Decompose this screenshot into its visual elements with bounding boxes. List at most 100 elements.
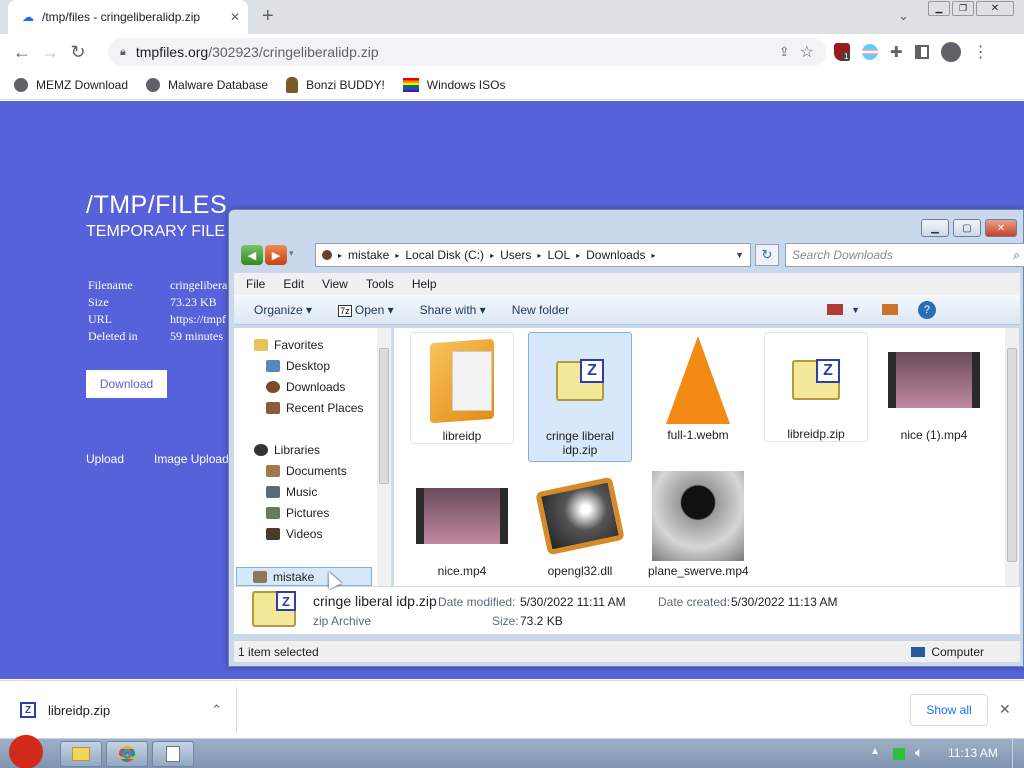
restore-window-button[interactable]: ❐	[952, 1, 974, 16]
explorer-close-button[interactable]: ✕	[985, 219, 1017, 237]
side-panel-icon[interactable]	[914, 45, 929, 59]
explorer-maximize-button[interactable]: ▢	[953, 219, 981, 237]
change-view-icon[interactable]	[827, 304, 844, 315]
download-button[interactable]: Download	[86, 370, 167, 398]
tab-search-icon[interactable]: ⌄	[898, 8, 909, 24]
file-item-video[interactable]: nice (1).mp4	[882, 332, 986, 442]
url-text: tmpfiles.org/302923/cringeliberalidp.zip	[136, 44, 769, 60]
image-upload-link[interactable]: Image Upload	[154, 452, 229, 466]
path-segment[interactable]: LOL	[547, 248, 570, 262]
clock[interactable]: 11:13 AM	[948, 746, 998, 760]
nav-videos[interactable]: Videos	[266, 527, 322, 541]
bookmark-memz[interactable]: MEMZ Download	[14, 77, 128, 92]
file-item-zip-selected[interactable]: Z cringe liberal idp.zip	[528, 332, 632, 462]
organize-button[interactable]: Organize ▾	[254, 303, 312, 317]
file-item-dll[interactable]: opengl32.dll	[528, 468, 632, 578]
explorer-command-bar: Organize ▾ 7z Open ▾ Share with ▾ New fo…	[234, 295, 1020, 325]
angry-bird-start-icon[interactable]	[4, 731, 48, 768]
path-segment[interactable]: Downloads	[586, 248, 645, 262]
explorer-search-input[interactable]: Search Downloads ⌕	[785, 243, 1024, 267]
show-hidden-icons-icon[interactable]: ▲	[870, 746, 880, 757]
file-item-folder[interactable]: libreidp	[410, 332, 514, 444]
folder-icon	[72, 747, 90, 761]
scrollbar-thumb[interactable]	[1007, 348, 1017, 562]
nav-documents[interactable]: Documents	[266, 464, 347, 478]
address-dropdown-icon[interactable]: ▼	[735, 250, 744, 260]
nav-computer[interactable]: mistake	[236, 567, 372, 586]
share-icon[interactable]: ⇪	[779, 44, 790, 60]
content-scrollbar[interactable]	[1005, 328, 1019, 586]
nav-downloads[interactable]: Downloads	[266, 380, 345, 394]
path-segment[interactable]: Users	[500, 248, 531, 262]
reload-button[interactable]: ↻	[64, 38, 92, 66]
scrollbar-thumb[interactable]	[379, 348, 389, 484]
menu-edit[interactable]: Edit	[283, 277, 304, 291]
file-item-video[interactable]: plane_swerve.mp4	[646, 468, 750, 578]
ublock-extension-icon[interactable]: 1	[834, 43, 851, 61]
profile-avatar-icon[interactable]	[940, 42, 961, 62]
file-item-video[interactable]: nice.mp4	[410, 468, 514, 578]
volume-icon[interactable]: 🔈︎	[915, 744, 923, 761]
download-item[interactable]: Z libreidp.zip ⌃	[14, 689, 234, 731]
navigation-scrollbar[interactable]	[377, 328, 391, 586]
new-folder-button[interactable]: New folder	[512, 303, 569, 317]
nav-favorites[interactable]: Favorites	[254, 338, 323, 352]
view-dropdown-icon[interactable]: ▼	[851, 305, 860, 315]
bookmark-windows-isos[interactable]: Windows ISOs	[402, 77, 505, 92]
nav-pictures[interactable]: Pictures	[266, 506, 329, 520]
nav-libraries[interactable]: Libraries	[254, 443, 320, 457]
nav-label: Recent Places	[286, 401, 364, 415]
explorer-back-button[interactable]: ◀	[241, 245, 263, 265]
nav-music[interactable]: Music	[266, 485, 317, 499]
recent-pages-icon[interactable]: ▾	[289, 248, 294, 259]
nav-desktop[interactable]: Desktop	[266, 359, 330, 373]
trans-flag-extension-icon[interactable]	[862, 44, 878, 60]
show-all-button[interactable]: Show all	[910, 694, 988, 726]
browser-tab[interactable]: ☁ /tmp/files - cringeliberalidp.zip ✕	[8, 0, 248, 34]
address-bar[interactable]: 🔒︎ tmpfiles.org/302923/cringeliberalidp.…	[108, 38, 826, 66]
network-icon[interactable]	[893, 748, 905, 760]
bookmark-bonzi-buddy[interactable]: Bonzi BUDDY!	[286, 76, 385, 93]
bookmark-star-icon[interactable]: ☆	[800, 42, 814, 62]
minimize-window-button[interactable]: ▁	[928, 1, 950, 16]
file-item-zip[interactable]: Z libreidp.zip	[764, 332, 868, 442]
bookmark-malware-database[interactable]: Malware Database	[146, 77, 268, 92]
modified-value: 5/30/2022 11:11 AM	[520, 595, 626, 609]
chevron-up-icon[interactable]: ⌃	[211, 702, 222, 718]
open-button[interactable]: 7z Open ▾	[338, 303, 394, 317]
menu-help[interactable]: Help	[412, 277, 437, 291]
notepad-taskbar-button[interactable]	[152, 741, 194, 767]
new-tab-button[interactable]: +	[262, 5, 274, 28]
back-button[interactable]: ←	[8, 38, 36, 66]
explorer-forward-button[interactable]: ▶	[265, 245, 287, 265]
info-value[interactable]: https://tmpf	[170, 312, 226, 327]
chrome-taskbar-button[interactable]	[106, 741, 148, 767]
explorer-minimize-button[interactable]: ▁	[921, 219, 949, 237]
refresh-icon[interactable]: ↻	[755, 244, 779, 266]
share-with-label: Share with	[419, 302, 477, 317]
explorer-address-bar[interactable]: ▸ mistake ▸ Local Disk (C:) ▸ Users ▸ LOL ▸ …	[315, 243, 751, 267]
modified-label: Date modified:	[438, 595, 516, 609]
path-segment[interactable]: mistake	[348, 248, 389, 262]
close-shelf-icon[interactable]: ✕	[999, 701, 1011, 718]
menu-file[interactable]: File	[246, 277, 265, 291]
help-icon[interactable]: ?	[917, 300, 936, 319]
menu-view[interactable]: View	[322, 277, 348, 291]
folder-icon	[414, 333, 510, 429]
explorer-taskbar-button[interactable]	[60, 741, 102, 767]
close-window-button[interactable]: ✕	[976, 1, 1014, 16]
extensions-puzzle-icon[interactable]: ✚	[890, 43, 903, 61]
path-segment[interactable]: Local Disk (C:)	[405, 248, 484, 262]
extension-area: 1 ✚ ⋮	[834, 42, 989, 62]
file-item-webm[interactable]: full-1.webm	[646, 332, 750, 442]
nav-recent-places[interactable]: Recent Places	[266, 401, 363, 415]
show-desktop-button[interactable]	[1012, 739, 1024, 768]
bonzi-icon	[286, 76, 299, 93]
upload-link[interactable]: Upload	[86, 452, 124, 466]
forward-button[interactable]: →	[36, 38, 64, 66]
close-tab-icon[interactable]: ✕	[230, 10, 240, 24]
share-with-button[interactable]: Share with ▾	[420, 303, 486, 317]
menu-tools[interactable]: Tools	[366, 277, 394, 291]
browser-menu-icon[interactable]: ⋮	[973, 42, 989, 62]
preview-pane-icon[interactable]	[881, 304, 898, 315]
